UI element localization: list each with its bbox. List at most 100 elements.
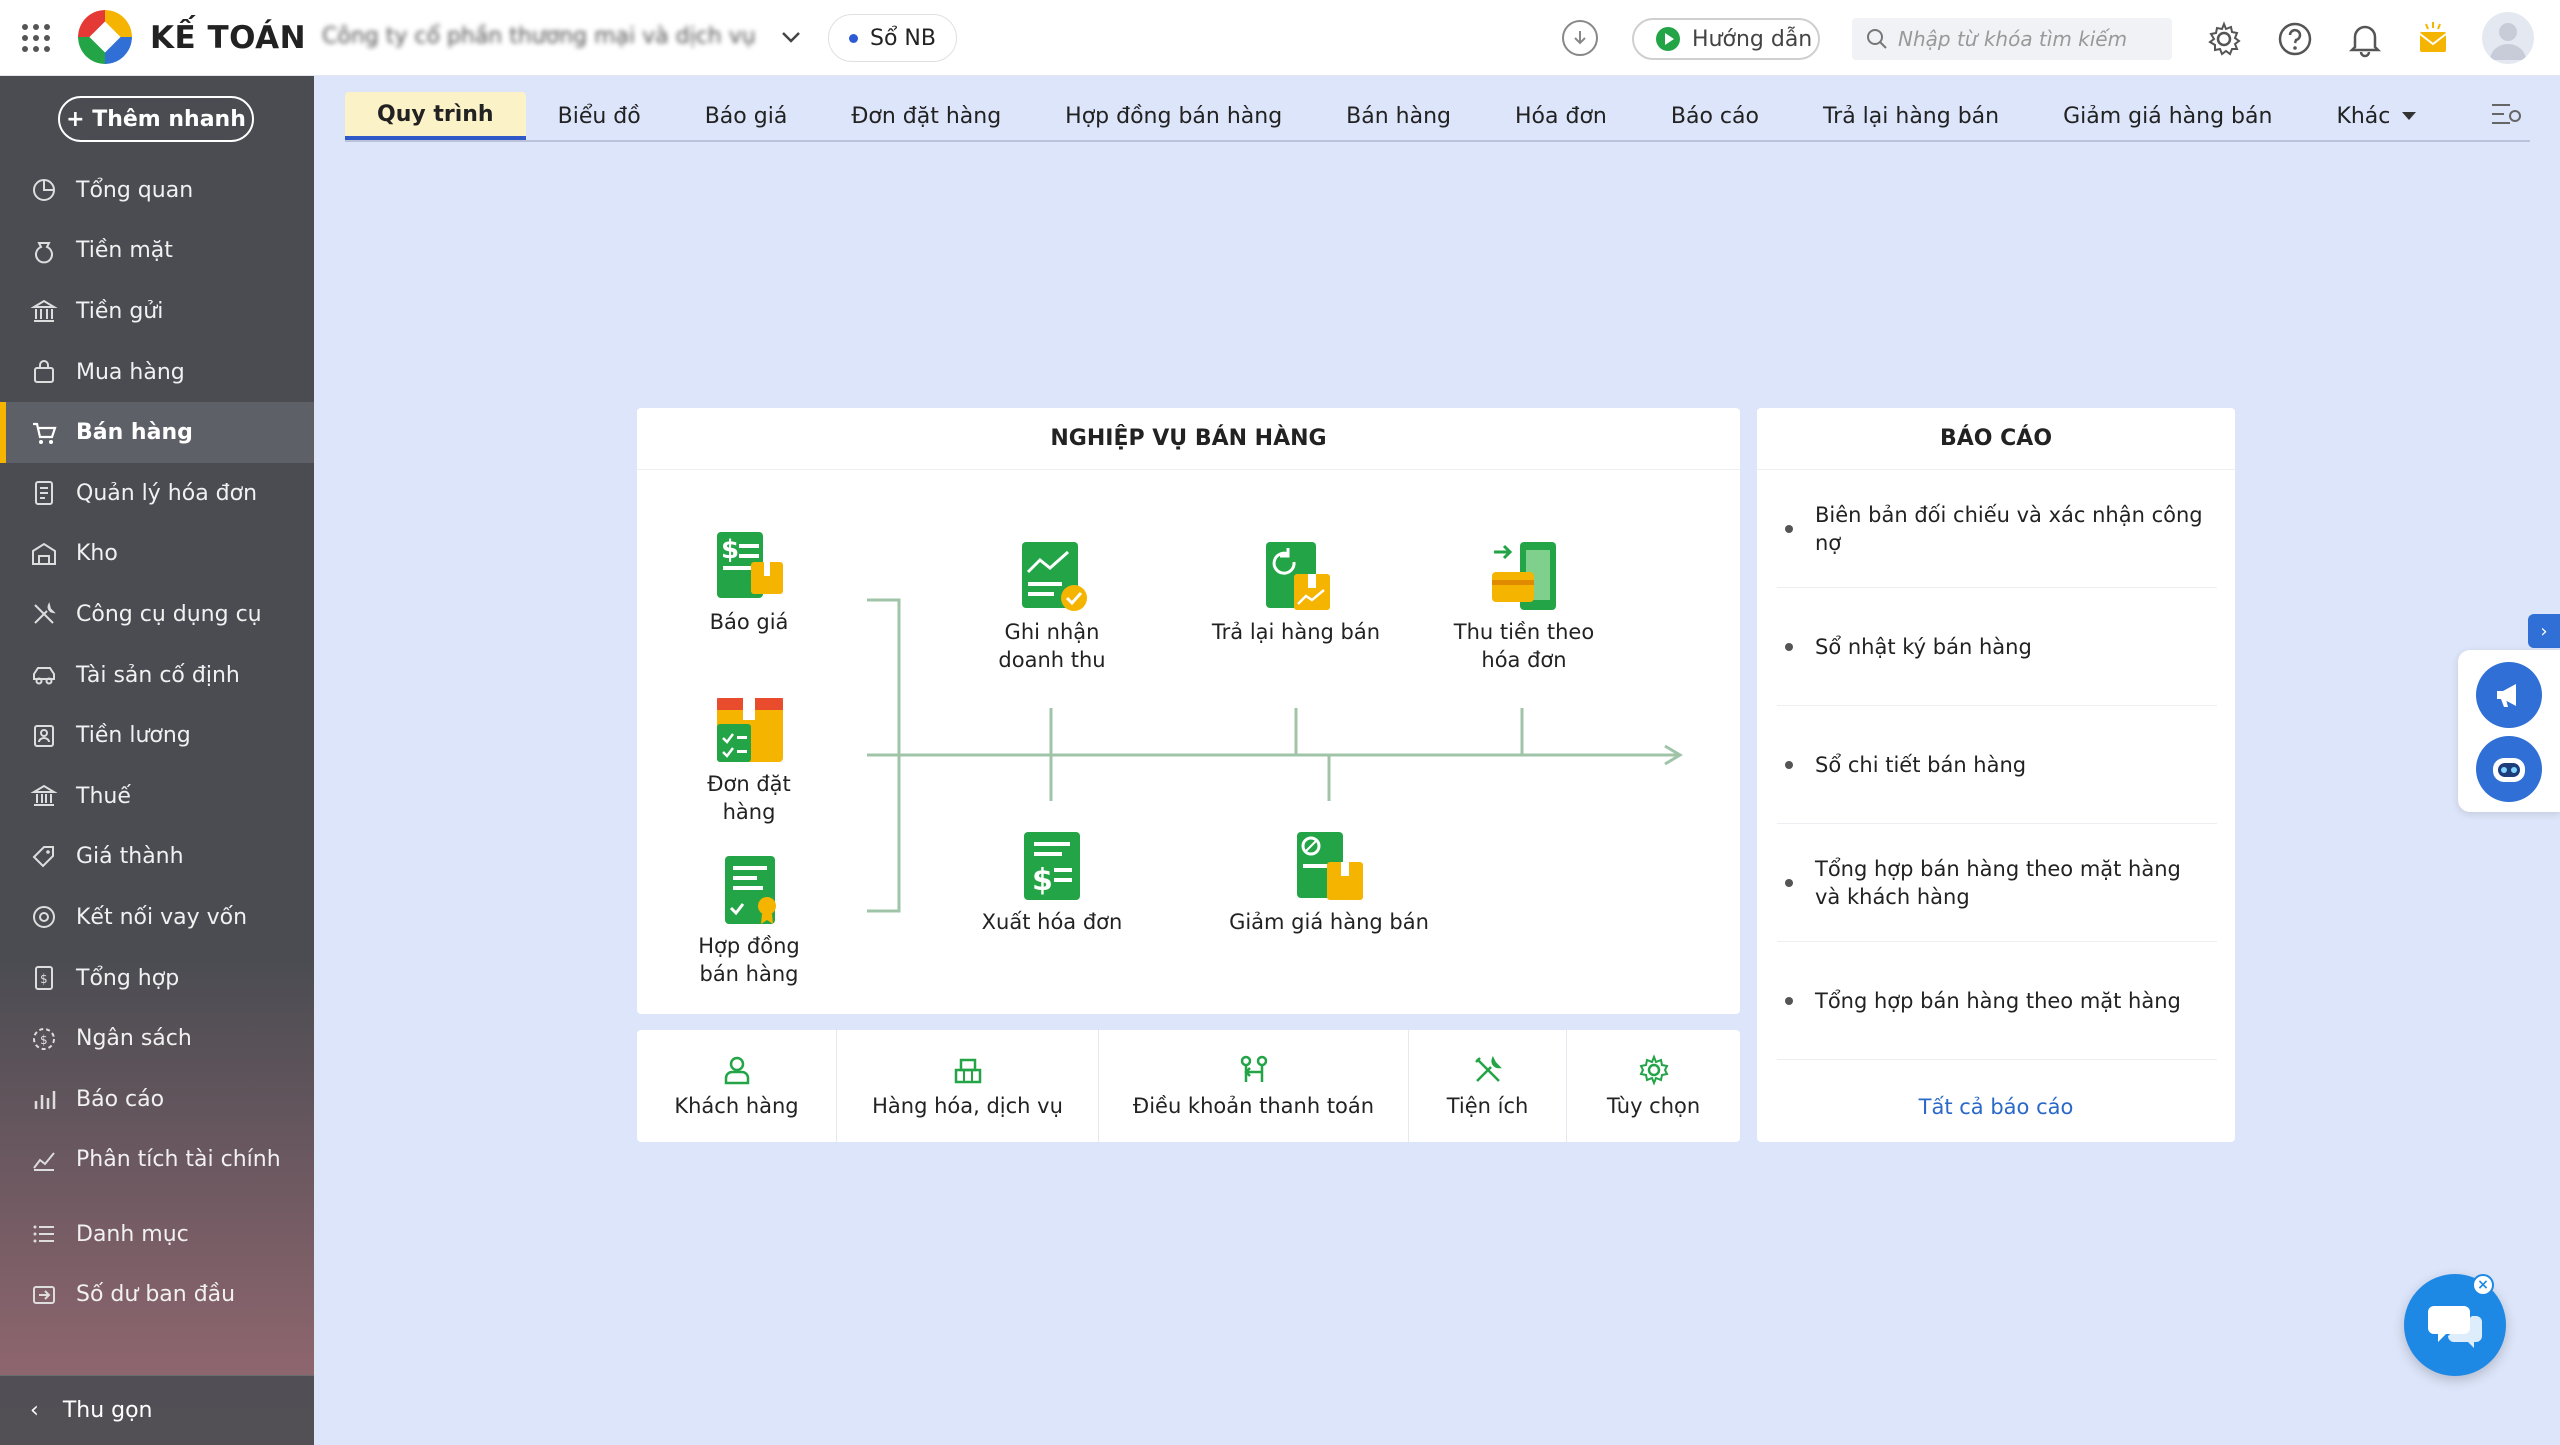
sidebar-item[interactable]: Phân tích tài chính	[0, 1130, 314, 1191]
node-invoice[interactable]: $ Xuất hóa đơn	[972, 832, 1132, 936]
all-reports-link[interactable]: Tất cả báo cáo	[1757, 1072, 2235, 1142]
sidebar-item[interactable]: $ Tổng hợp	[0, 948, 314, 1009]
collapse-sidebar-button[interactable]: ‹ Thu gọn	[0, 1375, 314, 1445]
side-panel-toggle[interactable]: ›	[2528, 614, 2560, 648]
utility-label: Điều khoản thanh toán	[1132, 1094, 1375, 1118]
sidebar-item[interactable]: Báo cáo	[0, 1069, 314, 1130]
sidebar-item-label: Tổng quan	[76, 177, 194, 203]
search-icon	[1867, 29, 1887, 49]
tab[interactable]: Bán hàng	[1314, 92, 1483, 140]
sidebar-item[interactable]: Tiền lương	[0, 705, 314, 766]
utility-item[interactable]: Tùy chọn	[1567, 1030, 1740, 1142]
utility-label: Tiện ích	[1446, 1094, 1529, 1118]
tab[interactable]: Giảm giá hàng bán	[2031, 92, 2304, 140]
sidebar-item[interactable]: Kho	[0, 524, 314, 585]
tab-settings-icon[interactable]	[2488, 96, 2524, 132]
node-order[interactable]: Đơn đặt hàng	[679, 694, 819, 826]
tab[interactable]: Hợp đồng bán hàng	[1033, 92, 1314, 140]
app-grid-icon[interactable]	[22, 24, 50, 52]
guide-button[interactable]: Hướng dẫn	[1632, 18, 1820, 60]
node-contract[interactable]: Hợp đồng bán hàng	[679, 856, 819, 988]
node-discount[interactable]: Giảm giá hàng bán	[1219, 832, 1439, 936]
report-item[interactable]: Tổng hợp bán hàng theo mặt hàng	[1777, 942, 2217, 1060]
utility-item[interactable]: Điều khoản thanh toán	[1099, 1030, 1409, 1142]
sidebar-item[interactable]: Kết nối vay vốn	[0, 887, 314, 948]
tab[interactable]: Quy trình	[345, 92, 526, 140]
guide-label: Hướng dẫn	[1692, 26, 1813, 52]
tab[interactable]: Biểu đồ	[526, 92, 673, 140]
tab[interactable]: Trả lại hàng bán	[1791, 92, 2031, 140]
search-box[interactable]	[1852, 18, 2172, 60]
sidebar-item[interactable]: Quản lý hóa đơn	[0, 463, 314, 524]
sidebar-item-label: Tài sản cố định	[76, 662, 240, 688]
sidebar-item[interactable]: $ Ngân sách	[0, 1008, 314, 1069]
sidebar-separator	[0, 1190, 314, 1204]
sidebar-item[interactable]: Tiền mặt	[0, 221, 314, 282]
tab[interactable]: Báo giá	[673, 92, 820, 140]
svg-text:$: $	[1032, 863, 1053, 898]
bullet-icon	[1785, 878, 1793, 887]
reports-title: BÁO CÁO	[1757, 408, 2235, 470]
announcement-megaphone-icon[interactable]	[2476, 662, 2542, 728]
utility-label: Khách hàng	[674, 1094, 799, 1118]
tab-label: Hóa đơn	[1515, 103, 1607, 129]
company-name[interactable]: Công ty cổ phần thương mại và dịch vụ	[322, 24, 762, 49]
sidebar-item-label: Báo cáo	[76, 1086, 165, 1112]
tab[interactable]: Khác	[2304, 92, 2448, 140]
book-selector[interactable]: Sổ NB	[828, 14, 957, 62]
collect-cash-icon	[1492, 542, 1556, 610]
node-discount-label: Giảm giá hàng bán	[1229, 910, 1429, 934]
sidebar-item[interactable]: Tài sản cố định	[0, 645, 314, 706]
node-collect-label: Thu tiền theo hóa đơn	[1453, 620, 1595, 672]
node-returns-label: Trả lại hàng bán	[1211, 620, 1381, 644]
report-item[interactable]: Sổ chi tiết bán hàng	[1777, 706, 2217, 824]
list-icon	[30, 1220, 58, 1248]
chat-bubble-icon	[2428, 1306, 2482, 1348]
sidebar-item-label: Giá thành	[76, 844, 184, 870]
sidebar-item[interactable]: Mua hàng	[0, 342, 314, 403]
sidebar-item-label: Tiền gửi	[76, 298, 164, 324]
utilities-bar: Khách hàng Hàng hóa, dịch vụ Điều khoản th…	[637, 1030, 1740, 1142]
returns-doc-icon	[1266, 542, 1330, 610]
chevron-down-icon[interactable]	[778, 24, 804, 50]
report-item[interactable]: Sổ nhật ký bán hàng	[1777, 588, 2217, 706]
sidebar-item[interactable]: Bán hàng	[0, 402, 314, 463]
sidebar-item[interactable]: Tiền gửi	[0, 281, 314, 342]
node-collect[interactable]: Thu tiền theo hóa đơn	[1449, 542, 1599, 674]
sidebar-item-label: Công cụ dụng cụ	[76, 601, 262, 627]
tab[interactable]: Báo cáo	[1639, 92, 1791, 140]
utility-item[interactable]: Khách hàng	[637, 1030, 837, 1142]
sidebar-item[interactable]: Số dư ban đầu	[0, 1265, 314, 1326]
chat-close-icon[interactable]: ×	[2472, 1274, 2494, 1296]
revenue-chart-icon	[1022, 542, 1087, 611]
report-item[interactable]: Tổng hợp bán hàng theo mặt hàng và khách…	[1777, 824, 2217, 942]
svg-text:$: $	[40, 1033, 48, 1047]
sidebar-item[interactable]: Tổng quan	[0, 160, 314, 221]
search-input[interactable]	[1898, 27, 2158, 51]
node-quote[interactable]: $ Báo giá	[679, 532, 819, 636]
assistant-bot-icon[interactable]	[2476, 736, 2542, 802]
sidebar-item[interactable]: Danh mục	[0, 1204, 314, 1265]
node-returns[interactable]: Trả lại hàng bán	[1207, 542, 1385, 646]
sidebar-item[interactable]: Giá thành	[0, 827, 314, 888]
reports-list: Biên bản đối chiếu và xác nhận công nợ Sổ…	[1777, 470, 2217, 1060]
download-icon[interactable]	[1562, 20, 1598, 56]
quick-add-button[interactable]: + Thêm nhanh	[58, 96, 254, 142]
report-item[interactable]: Biên bản đối chiếu và xác nhận công nợ	[1777, 470, 2217, 588]
user-avatar[interactable]	[2482, 12, 2534, 64]
tab[interactable]: Hóa đơn	[1483, 92, 1639, 140]
chevron-right-icon: ›	[2540, 620, 2548, 642]
node-revenue[interactable]: Ghi nhận doanh thu	[972, 542, 1132, 674]
sidebar-item[interactable]: Công cụ dụng cụ	[0, 584, 314, 645]
sidebar-item[interactable]: Thuế	[0, 766, 314, 827]
help-icon[interactable]	[2276, 20, 2314, 58]
tab[interactable]: Đơn đặt hàng	[819, 92, 1033, 140]
utility-item[interactable]: Tiện ích	[1409, 1030, 1567, 1142]
tools-icon	[30, 600, 58, 628]
notification-bell-icon[interactable]	[2346, 20, 2384, 58]
settings-gear-icon[interactable]	[2205, 20, 2243, 58]
utility-item[interactable]: Hàng hóa, dịch vụ	[837, 1030, 1099, 1142]
tab-label: Trả lại hàng bán	[1822, 103, 2000, 129]
gift-envelope-icon[interactable]	[2414, 20, 2452, 58]
tab-label: Giảm giá hàng bán	[2063, 103, 2273, 129]
